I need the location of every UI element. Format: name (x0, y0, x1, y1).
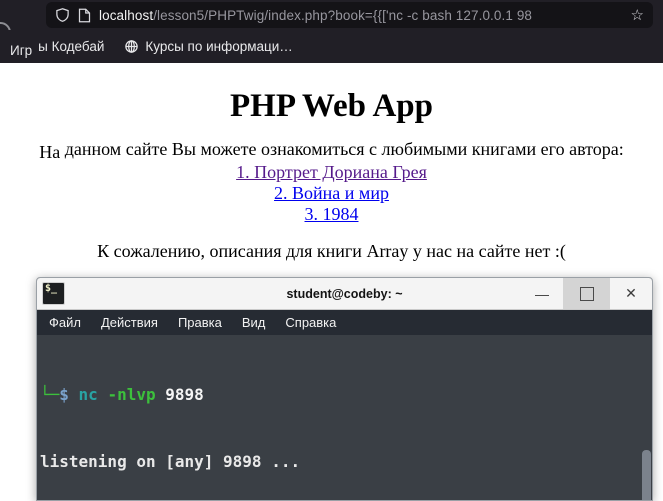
command-argument: 9898 (165, 384, 204, 404)
terminal-menubar: Файл Действия Правка Вид Справка (37, 310, 652, 335)
terminal-output[interactable]: └─$ nc -nlvp 9898 listening on [any] 989… (37, 335, 652, 500)
prompt-dollar: $ (59, 384, 69, 404)
command-name: nc (78, 384, 98, 404)
minimize-button[interactable]: — (521, 278, 563, 309)
book-link-war-and-peace[interactable]: 2. Война и мир (0, 183, 663, 204)
menu-help[interactable]: Справка (275, 315, 346, 330)
intro-text: На данном сайте Вы можете ознакомиться с… (0, 139, 663, 162)
bookmark-label-part2: ы Кодебай (38, 39, 105, 54)
close-button[interactable]: ✕ (610, 278, 652, 309)
bookmark-label: Курсы по информаци… (145, 39, 293, 54)
shield-icon[interactable] (55, 7, 70, 23)
terminal-titlebar[interactable]: $_ student@codeby: ~ — ✕ (37, 278, 652, 310)
intro-text-part1: На (39, 142, 61, 162)
menu-edit[interactable]: Правка (168, 315, 232, 330)
globe-icon (125, 40, 139, 53)
terminal-scrollbar-thumb[interactable] (642, 450, 651, 500)
bookmark-star-icon[interactable]: ☆ (631, 8, 644, 23)
book-not-found-text: К сожалению, описания для книги Array у … (97, 241, 566, 261)
url-text[interactable]: localhost/lesson5/PHPTwig/index.php?book… (99, 8, 623, 23)
url-path: /lesson5/PHPTwig/index.php?book={{['nc -… (153, 7, 533, 23)
bookmarks-bar: Игр ы Кодебай Курсы по информаци… (0, 30, 663, 63)
bookmark-item-kursy[interactable]: Курсы по информаци… (114, 39, 302, 54)
window-controls: — ✕ (521, 278, 652, 309)
book-link-dorian-gray[interactable]: 1. Портрет Дориана Грея (0, 162, 663, 183)
page-info-icon[interactable] (78, 8, 91, 23)
command-flags: -nlvp (107, 384, 156, 404)
menu-file[interactable]: Файл (39, 315, 91, 330)
menu-actions[interactable]: Действия (91, 315, 168, 330)
maximize-icon (579, 286, 594, 301)
terminal-prompt-line: └─$ nc -nlvp 9898 (40, 384, 640, 406)
address-bar[interactable]: localhost/lesson5/PHPTwig/index.php?book… (46, 2, 653, 28)
intro-text-part2: данном сайте Вы можете ознакомиться с лю… (60, 139, 624, 159)
page-title: PHP Web App (230, 88, 433, 124)
bookmark-label-part1: Игр (10, 43, 33, 58)
bookmark-item-kodebai[interactable]: Игр ы Кодебай (0, 39, 114, 58)
terminal-window: $_ student@codeby: ~ — ✕ Файл Действия П… (36, 277, 653, 501)
prompt-angle: └─ (40, 384, 60, 404)
terminal-line: listening on [any] 9898 ... (40, 452, 301, 472)
url-host: localhost (99, 7, 154, 23)
maximize-button[interactable] (563, 278, 610, 309)
book-link-1984[interactable]: 3. 1984 (0, 204, 663, 225)
browser-toolbar: localhost/lesson5/PHPTwig/index.php?book… (0, 0, 663, 43)
menu-view[interactable]: Вид (232, 315, 276, 330)
